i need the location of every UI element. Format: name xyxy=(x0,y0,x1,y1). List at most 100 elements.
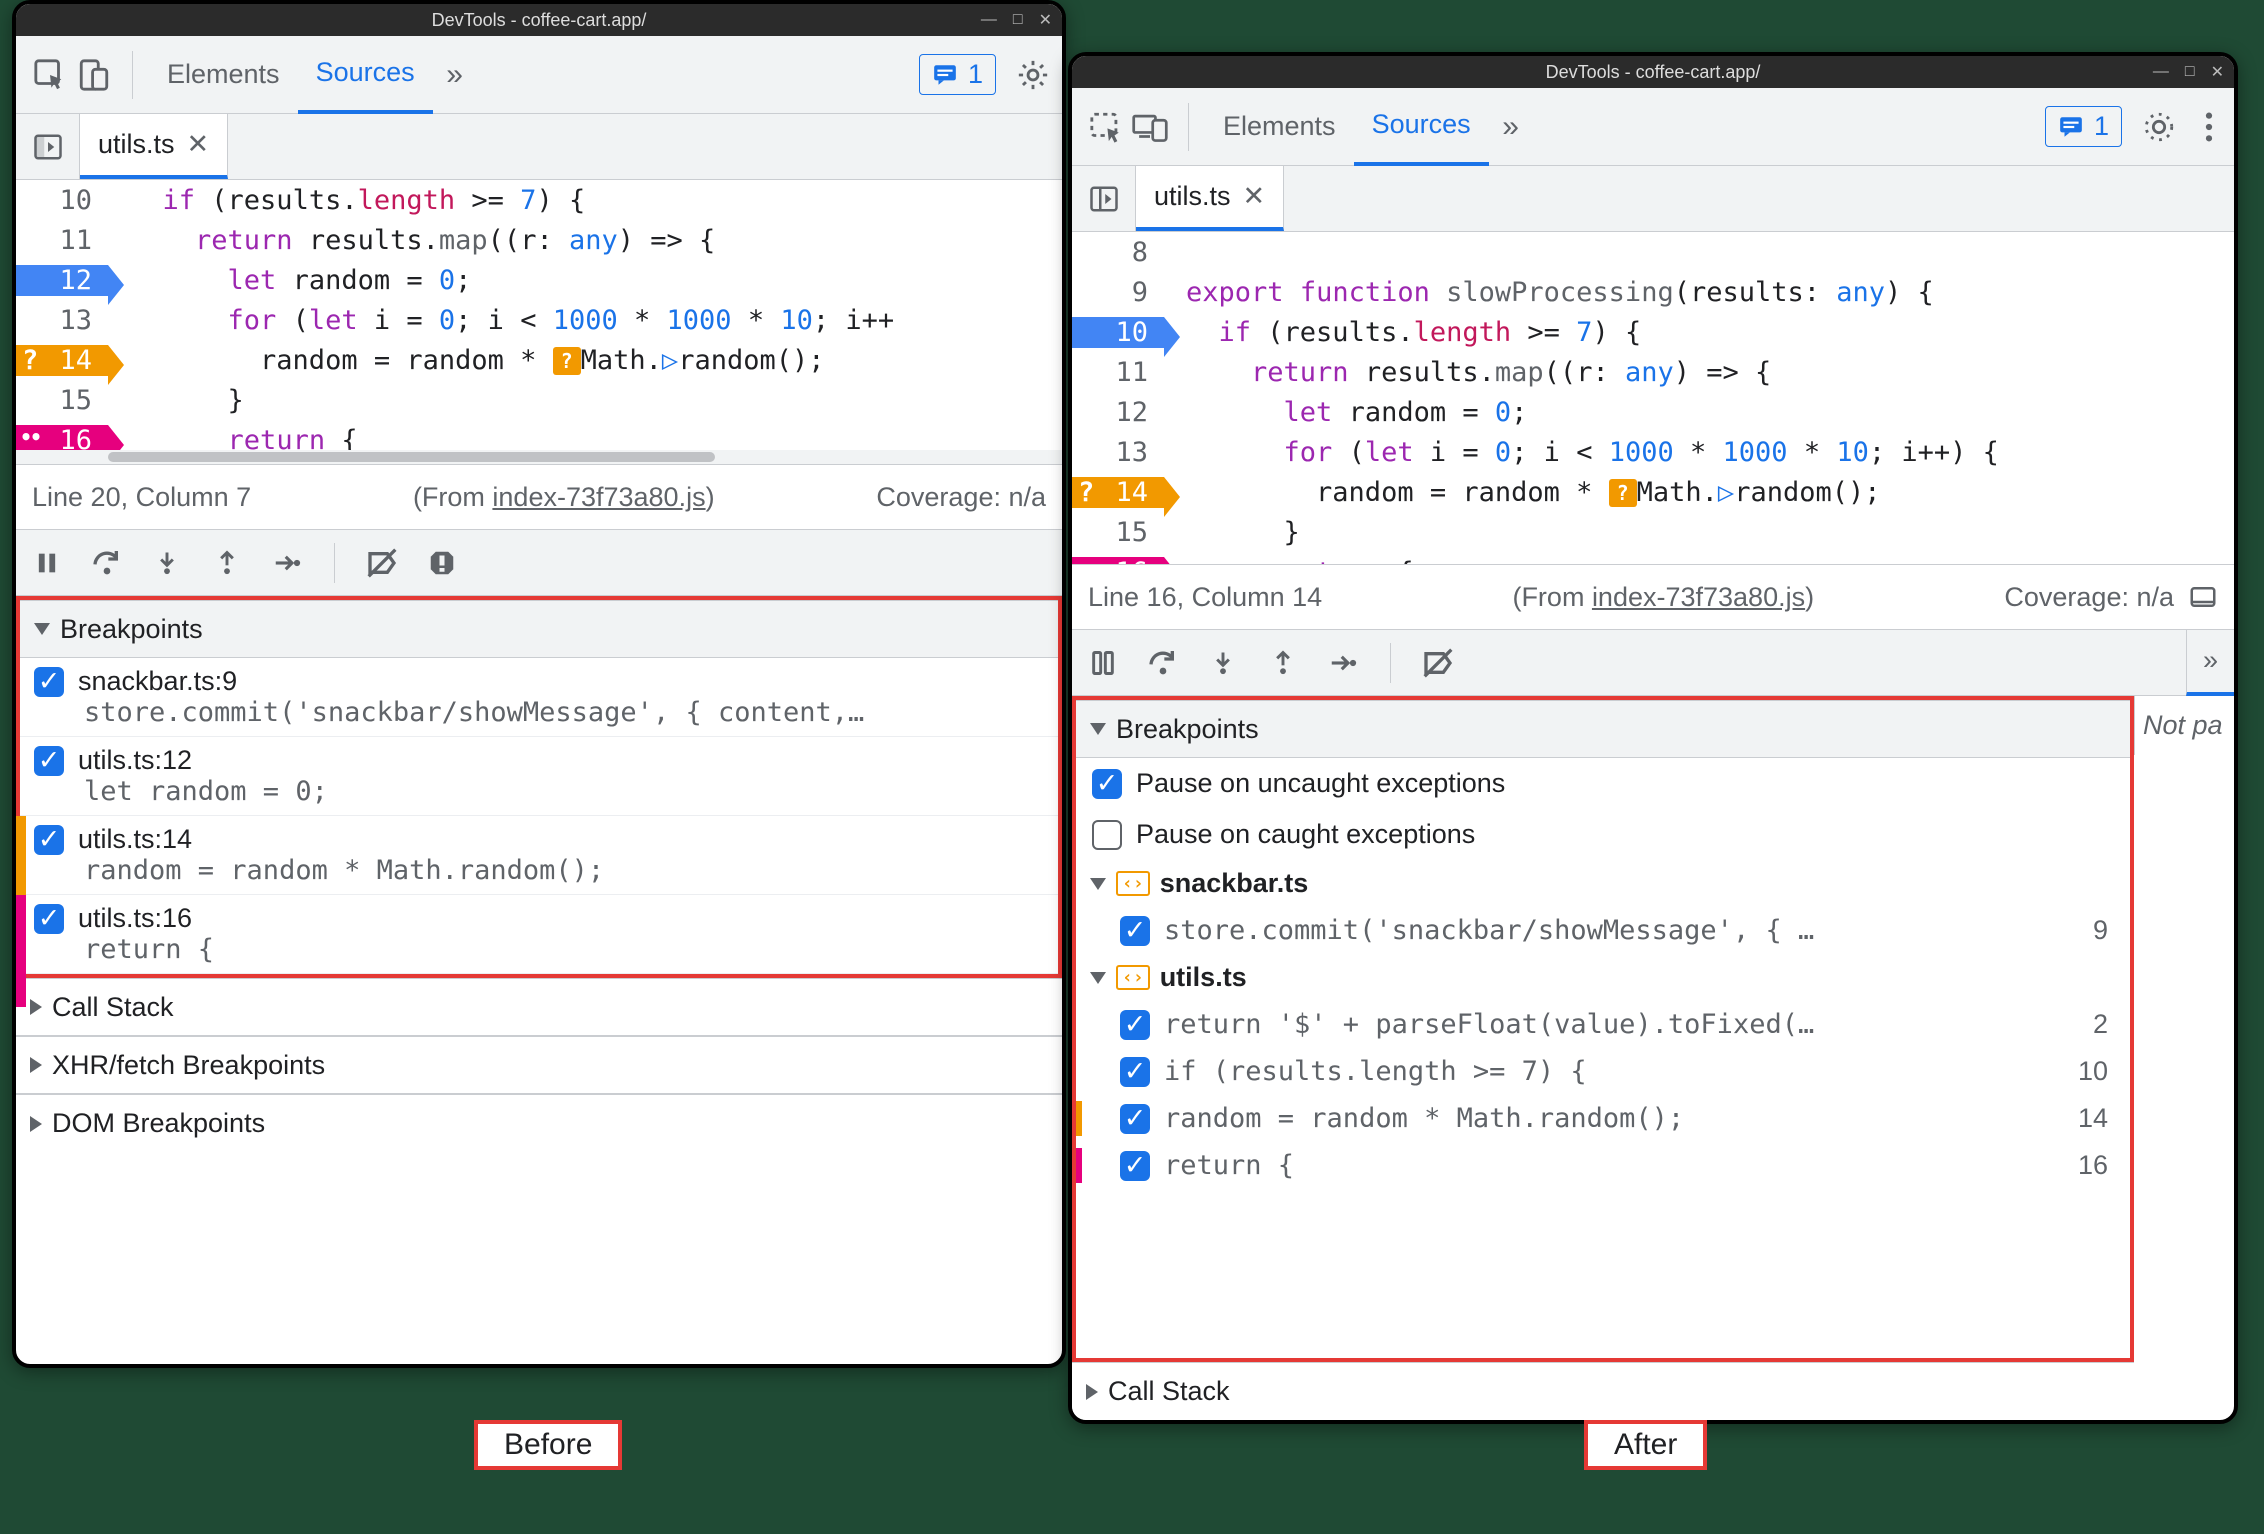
line-number[interactable]: 10 xyxy=(16,185,108,216)
device-toggle-icon[interactable] xyxy=(1128,105,1172,149)
checkbox-on-icon[interactable]: ✓ xyxy=(34,904,64,934)
code-line[interactable]: 11 return results.map((r: any) => { xyxy=(1072,352,2234,392)
step-into-icon[interactable] xyxy=(146,542,188,584)
breakpoint-item[interactable]: ✓utils.ts:12let random = 0; xyxy=(20,737,1058,816)
call-stack-header[interactable]: Call Stack xyxy=(16,978,1062,1036)
step-into-icon[interactable] xyxy=(1202,642,1244,684)
console-messages-badge[interactable]: 1 xyxy=(2045,106,2122,147)
breakpoint-group-header[interactable]: ‹›utils.ts xyxy=(1076,954,2130,1001)
checkbox-on-icon[interactable]: ✓ xyxy=(1120,1057,1150,1087)
more-menu-icon[interactable] xyxy=(2196,110,2222,144)
code-line[interactable]: 10 if (results.length >= 7) { xyxy=(16,180,1062,220)
close-tab-icon[interactable]: ✕ xyxy=(1243,181,1266,212)
navigator-toggle-icon[interactable] xyxy=(1072,166,1136,231)
checkbox-on-icon[interactable]: ✓ xyxy=(1120,1104,1150,1134)
close-window-icon[interactable]: ✕ xyxy=(2211,62,2224,82)
pause-uncaught-option[interactable]: ✓ Pause on uncaught exceptions xyxy=(1076,758,2130,809)
inspect-icon[interactable] xyxy=(1084,105,1128,149)
pause-icon[interactable] xyxy=(26,542,68,584)
settings-icon[interactable] xyxy=(1016,58,1050,92)
code-editor[interactable]: 8 9export function slowProcessing(results… xyxy=(1072,232,2234,564)
line-number[interactable]: 9 xyxy=(1072,277,1164,308)
code-line[interactable]: 13 for (let i = 0; i < 1000 * 1000 * 10;… xyxy=(16,300,1062,340)
breakpoint-group-header[interactable]: ‹›snackbar.ts xyxy=(1076,860,2130,907)
pause-icon[interactable] xyxy=(1082,642,1124,684)
breakpoints-header[interactable]: Breakpoints xyxy=(20,600,1058,658)
minimize-icon[interactable]: — xyxy=(981,11,997,29)
line-number[interactable]: 11 xyxy=(16,225,108,256)
line-number[interactable]: 14? xyxy=(16,345,108,376)
code-line[interactable]: 14? random = random * ?Math.▷random(); xyxy=(16,340,1062,380)
pause-caught-option[interactable]: Pause on caught exceptions xyxy=(1076,809,2130,860)
code-line[interactable]: 15 } xyxy=(16,380,1062,420)
line-number[interactable]: 12 xyxy=(1072,397,1164,428)
breakpoint-item[interactable]: ✓random = random * Math.random();14 xyxy=(1076,1095,2130,1142)
source-map-link[interactable]: index-73f73a80.js xyxy=(492,482,705,512)
breakpoint-item[interactable]: ✓return {16 xyxy=(1076,1142,2130,1189)
tab-elements[interactable]: Elements xyxy=(1205,88,1354,166)
line-number[interactable]: 14? xyxy=(1072,477,1164,508)
step-icon[interactable] xyxy=(1322,642,1364,684)
dom-breakpoints-header[interactable]: DOM Breakpoints xyxy=(16,1094,1062,1152)
line-number[interactable]: 13 xyxy=(1072,437,1164,468)
breakpoint-item[interactable]: ✓snackbar.ts:9store.commit('snackbar/sho… xyxy=(20,658,1058,737)
close-tab-icon[interactable]: ✕ xyxy=(187,129,210,160)
code-line[interactable]: 16•• return { xyxy=(1072,552,2234,564)
xhr-breakpoints-header[interactable]: XHR/fetch Breakpoints xyxy=(16,1036,1062,1094)
close-window-icon[interactable]: ✕ xyxy=(1039,10,1052,30)
line-number[interactable]: 15 xyxy=(16,385,108,416)
line-number[interactable]: 8 xyxy=(1072,237,1164,268)
checkbox-on-icon[interactable]: ✓ xyxy=(1092,769,1122,799)
deactivate-breakpoints-icon[interactable] xyxy=(1417,642,1459,684)
code-line[interactable]: 13 for (let i = 0; i < 1000 * 1000 * 10;… xyxy=(1072,432,2234,472)
tab-sources[interactable]: Sources xyxy=(1354,88,1489,166)
deactivate-breakpoints-icon[interactable] xyxy=(361,542,403,584)
file-tab-utils[interactable]: utils.ts ✕ xyxy=(1136,166,1284,231)
step-icon[interactable] xyxy=(266,542,308,584)
minimize-icon[interactable]: — xyxy=(2153,63,2169,81)
tab-sources[interactable]: Sources xyxy=(298,36,433,114)
more-tabs-icon[interactable]: » xyxy=(1489,105,1533,149)
coverage-icon[interactable] xyxy=(2188,582,2218,612)
inspect-icon[interactable] xyxy=(28,53,72,97)
breakpoint-item[interactable]: ✓if (results.length >= 7) {10 xyxy=(1076,1048,2130,1095)
maximize-icon[interactable]: □ xyxy=(2185,63,2195,81)
horizontal-scrollbar[interactable] xyxy=(16,450,1062,464)
code-line[interactable]: 15 } xyxy=(1072,512,2234,552)
more-tabs-icon[interactable]: » xyxy=(433,53,477,97)
code-line[interactable]: 14? random = random * ?Math.▷random(); xyxy=(1072,472,2234,512)
code-line[interactable]: 8 xyxy=(1072,232,2234,272)
console-messages-badge[interactable]: 1 xyxy=(919,54,996,95)
file-tab-utils[interactable]: utils.ts ✕ xyxy=(80,114,228,179)
line-number[interactable]: 12 xyxy=(16,265,108,296)
line-number[interactable]: 16•• xyxy=(1072,557,1164,565)
breakpoint-item[interactable]: ✓return '$' + parseFloat(value).toFixed(… xyxy=(1076,1001,2130,1048)
line-number[interactable]: 16•• xyxy=(16,425,108,451)
line-number[interactable]: 15 xyxy=(1072,517,1164,548)
step-out-icon[interactable] xyxy=(1262,642,1304,684)
checkbox-on-icon[interactable]: ✓ xyxy=(1120,916,1150,946)
step-over-icon[interactable] xyxy=(86,542,128,584)
checkbox-on-icon[interactable]: ✓ xyxy=(1120,1151,1150,1181)
device-toggle-icon[interactable] xyxy=(72,53,116,97)
checkbox-on-icon[interactable]: ✓ xyxy=(1120,1010,1150,1040)
line-number[interactable]: 13 xyxy=(16,305,108,336)
checkbox-on-icon[interactable]: ✓ xyxy=(34,667,64,697)
line-number[interactable]: 10 xyxy=(1072,317,1164,348)
navigator-toggle-icon[interactable] xyxy=(16,114,80,179)
code-line[interactable]: 9export function slowProcessing(results:… xyxy=(1072,272,2234,312)
source-map-link[interactable]: index-73f73a80.js xyxy=(1592,582,1805,612)
breakpoint-item[interactable]: ✓utils.ts:16return { xyxy=(20,895,1058,974)
code-line[interactable]: 16•• return { xyxy=(16,420,1062,450)
step-over-icon[interactable] xyxy=(1142,642,1184,684)
checkbox-on-icon[interactable]: ✓ xyxy=(34,746,64,776)
maximize-icon[interactable]: □ xyxy=(1013,11,1023,29)
code-line[interactable]: 12 let random = 0; xyxy=(16,260,1062,300)
settings-icon[interactable] xyxy=(2142,110,2176,144)
step-out-icon[interactable] xyxy=(206,542,248,584)
code-line[interactable]: 10 if (results.length >= 7) { xyxy=(1072,312,2234,352)
code-line[interactable]: 11 return results.map((r: any) => { xyxy=(16,220,1062,260)
checkbox-on-icon[interactable]: ✓ xyxy=(34,825,64,855)
tab-elements[interactable]: Elements xyxy=(149,36,298,114)
breakpoints-header[interactable]: Breakpoints xyxy=(1076,700,2130,758)
